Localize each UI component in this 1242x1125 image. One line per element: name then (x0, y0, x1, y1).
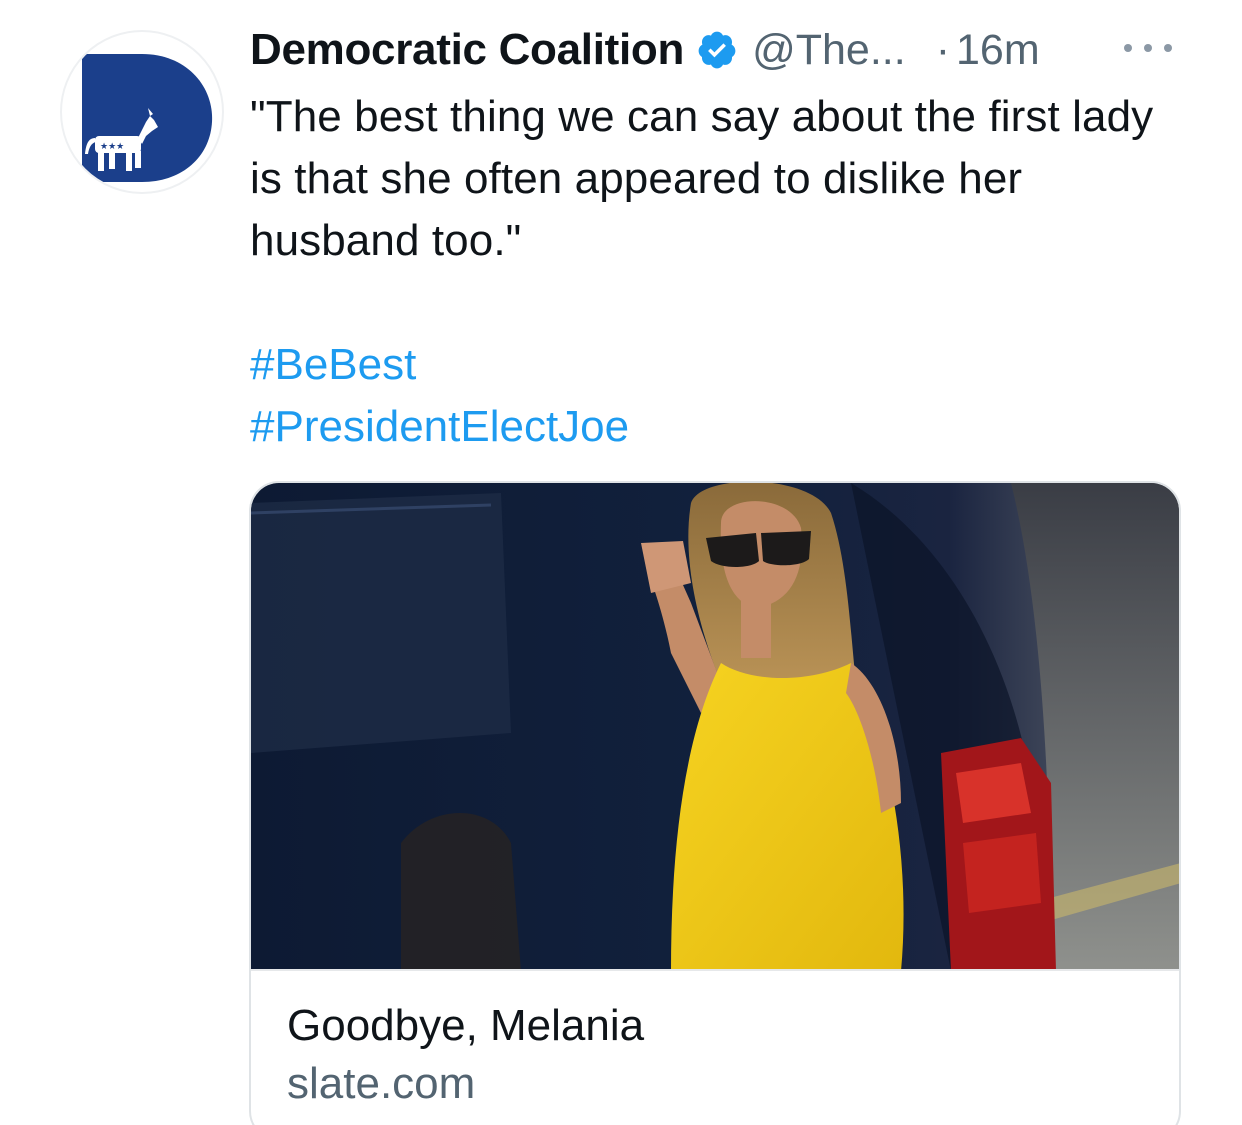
tweet-header: Democratic Coalition @The... · 16m (250, 22, 1190, 78)
hashtag-list: #BeBest #PresidentElectJoe (250, 334, 1190, 458)
tweet-content: Democratic Coalition @The... · 16m "The … (250, 22, 1190, 458)
tweet[interactable]: ★★★ Democratic Coalition @The... · 16m "… (0, 0, 1242, 1125)
card-domain[interactable]: slate.com (287, 1059, 475, 1109)
author-handle[interactable]: @The... (752, 26, 906, 75)
svg-text:★★★: ★★★ (100, 142, 124, 152)
author-name[interactable]: Democratic Coalition (250, 25, 684, 75)
more-options-icon[interactable] (1120, 36, 1176, 60)
link-card[interactable]: Goodbye, Melania slate.com (249, 481, 1181, 1125)
tweet-timestamp[interactable]: 16m (956, 26, 1040, 75)
card-title[interactable]: Goodbye, Melania (287, 1001, 644, 1051)
author-avatar[interactable]: ★★★ (60, 30, 224, 194)
hashtag-presidentelectjoe[interactable]: #PresidentElectJoe (250, 396, 1190, 458)
hashtag-bebest[interactable]: #BeBest (250, 334, 1190, 396)
tweet-text: "The best thing we can say about the fir… (250, 92, 1154, 265)
separator-dot: · (935, 25, 951, 74)
democratic-donkey-logo-icon: ★★★ (82, 54, 213, 182)
card-image[interactable] (251, 483, 1181, 971)
card-divider (251, 969, 1179, 971)
verified-badge-icon (698, 31, 736, 69)
